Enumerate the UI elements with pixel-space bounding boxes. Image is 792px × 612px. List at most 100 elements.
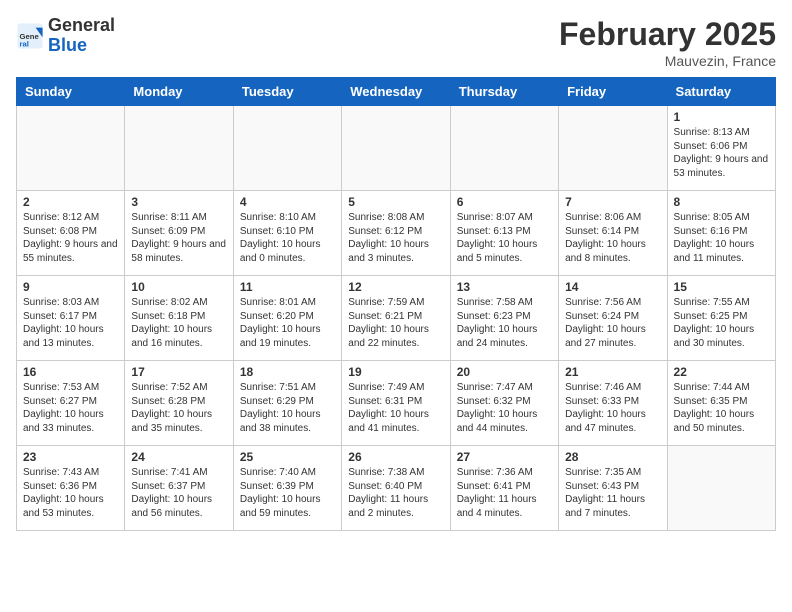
calendar-cell: 7Sunrise: 8:06 AM Sunset: 6:14 PM Daylig… bbox=[559, 191, 667, 276]
calendar-cell: 20 Sunrise: 7:47 AM Sunset: 6:32 PM Dayli… bbox=[450, 361, 558, 446]
calendar-cell: 12 Sunrise: 7:59 AM Sunset: 6:21 PM Dayli… bbox=[342, 276, 450, 361]
day-info: Sunrise: 7:47 AM Sunset: 6:32 PM Dayligh… bbox=[457, 381, 552, 435]
calendar-cell: 6Sunrise: 8:07 AM Sunset: 6:13 PM Daylig… bbox=[450, 191, 558, 276]
week-row: 2 Sunrise: 8:12 AM Sunset: 6:08 PM Daylig… bbox=[17, 191, 776, 276]
calendar-cell: 17 Sunrise: 7:52 AM Sunset: 6:28 PM Dayli… bbox=[125, 361, 233, 446]
day-info: Sunrise: 7:52 AM Sunset: 6:28 PM Dayligh… bbox=[131, 381, 226, 435]
logo: Gene ral General Blue bbox=[16, 16, 115, 56]
day-info: Sunrise: 8:06 AM Sunset: 6:14 PM Dayligh… bbox=[565, 211, 660, 265]
day-number: 23 bbox=[23, 450, 118, 464]
calendar-cell: 2 Sunrise: 8:12 AM Sunset: 6:08 PM Daylig… bbox=[17, 191, 125, 276]
calendar-cell: 4 Sunrise: 8:10 AM Sunset: 6:10 PM Daylig… bbox=[233, 191, 341, 276]
calendar-cell: 21 Sunrise: 7:46 AM Sunset: 6:33 PM Dayli… bbox=[559, 361, 667, 446]
day-info: Sunrise: 8:11 AM Sunset: 6:09 PM Dayligh… bbox=[131, 211, 226, 265]
title-area: February 2025 Mauvezin, France bbox=[559, 16, 776, 69]
day-info: Sunrise: 8:02 AM Sunset: 6:18 PM Dayligh… bbox=[131, 296, 226, 350]
day-info: Sunrise: 8:03 AM Sunset: 6:17 PM Dayligh… bbox=[23, 296, 118, 350]
calendar-header-row: SundayMondayTuesdayWednesdayThursdayFrid… bbox=[17, 78, 776, 106]
calendar-cell: 14 Sunrise: 7:56 AM Sunset: 6:24 PM Dayli… bbox=[559, 276, 667, 361]
logo-icon: Gene ral bbox=[16, 22, 44, 50]
day-info: Sunrise: 7:43 AM Sunset: 6:36 PM Dayligh… bbox=[23, 466, 118, 520]
day-number: 27 bbox=[457, 450, 552, 464]
weekday-header: Sunday bbox=[17, 78, 125, 106]
week-row: 9 Sunrise: 8:03 AM Sunset: 6:17 PM Daylig… bbox=[17, 276, 776, 361]
calendar-cell bbox=[667, 446, 775, 531]
day-info: Sunrise: 7:40 AM Sunset: 6:39 PM Dayligh… bbox=[240, 466, 335, 520]
weekday-header: Wednesday bbox=[342, 78, 450, 106]
calendar-cell: 28Sunrise: 7:35 AM Sunset: 6:43 PM Dayli… bbox=[559, 446, 667, 531]
day-info: Sunrise: 7:56 AM Sunset: 6:24 PM Dayligh… bbox=[565, 296, 660, 350]
day-number: 22 bbox=[674, 365, 769, 379]
logo-text: General Blue bbox=[48, 16, 115, 56]
calendar-cell: 18Sunrise: 7:51 AM Sunset: 6:29 PM Dayli… bbox=[233, 361, 341, 446]
day-number: 4 bbox=[240, 195, 335, 209]
calendar-cell bbox=[125, 106, 233, 191]
calendar-table: SundayMondayTuesdayWednesdayThursdayFrid… bbox=[16, 77, 776, 531]
day-info: Sunrise: 8:08 AM Sunset: 6:12 PM Dayligh… bbox=[348, 211, 443, 265]
weekday-header: Tuesday bbox=[233, 78, 341, 106]
day-number: 25 bbox=[240, 450, 335, 464]
day-number: 20 bbox=[457, 365, 552, 379]
day-number: 13 bbox=[457, 280, 552, 294]
day-info: Sunrise: 8:05 AM Sunset: 6:16 PM Dayligh… bbox=[674, 211, 769, 265]
calendar-cell: 24Sunrise: 7:41 AM Sunset: 6:37 PM Dayli… bbox=[125, 446, 233, 531]
calendar-cell: 10 Sunrise: 8:02 AM Sunset: 6:18 PM Dayli… bbox=[125, 276, 233, 361]
calendar-cell bbox=[559, 106, 667, 191]
day-info: Sunrise: 8:07 AM Sunset: 6:13 PM Dayligh… bbox=[457, 211, 552, 265]
calendar-cell: 5 Sunrise: 8:08 AM Sunset: 6:12 PM Daylig… bbox=[342, 191, 450, 276]
week-row: 1Sunrise: 8:13 AM Sunset: 6:06 PM Daylig… bbox=[17, 106, 776, 191]
calendar-cell: 19 Sunrise: 7:49 AM Sunset: 6:31 PM Dayli… bbox=[342, 361, 450, 446]
calendar-cell: 26 Sunrise: 7:38 AM Sunset: 6:40 PM Dayli… bbox=[342, 446, 450, 531]
weekday-header: Thursday bbox=[450, 78, 558, 106]
day-info: Sunrise: 8:12 AM Sunset: 6:08 PM Dayligh… bbox=[23, 211, 118, 265]
day-number: 10 bbox=[131, 280, 226, 294]
day-number: 11 bbox=[240, 280, 335, 294]
calendar-cell: 15 Sunrise: 7:55 AM Sunset: 6:25 PM Dayli… bbox=[667, 276, 775, 361]
day-number: 5 bbox=[348, 195, 443, 209]
day-info: Sunrise: 8:01 AM Sunset: 6:20 PM Dayligh… bbox=[240, 296, 335, 350]
day-number: 21 bbox=[565, 365, 660, 379]
calendar-cell bbox=[233, 106, 341, 191]
day-number: 26 bbox=[348, 450, 443, 464]
calendar-cell: 27Sunrise: 7:36 AM Sunset: 6:41 PM Dayli… bbox=[450, 446, 558, 531]
day-info: Sunrise: 7:53 AM Sunset: 6:27 PM Dayligh… bbox=[23, 381, 118, 435]
day-info: Sunrise: 7:44 AM Sunset: 6:35 PM Dayligh… bbox=[674, 381, 769, 435]
day-number: 15 bbox=[674, 280, 769, 294]
day-number: 8 bbox=[674, 195, 769, 209]
day-info: Sunrise: 7:49 AM Sunset: 6:31 PM Dayligh… bbox=[348, 381, 443, 435]
calendar-cell: 9 Sunrise: 8:03 AM Sunset: 6:17 PM Daylig… bbox=[17, 276, 125, 361]
day-info: Sunrise: 8:10 AM Sunset: 6:10 PM Dayligh… bbox=[240, 211, 335, 265]
logo-blue: Blue bbox=[48, 35, 87, 55]
calendar-cell: 11 Sunrise: 8:01 AM Sunset: 6:20 PM Dayli… bbox=[233, 276, 341, 361]
calendar-cell: 16 Sunrise: 7:53 AM Sunset: 6:27 PM Dayli… bbox=[17, 361, 125, 446]
calendar-title: February 2025 bbox=[559, 16, 776, 53]
day-info: Sunrise: 7:41 AM Sunset: 6:37 PM Dayligh… bbox=[131, 466, 226, 520]
calendar-cell: 1Sunrise: 8:13 AM Sunset: 6:06 PM Daylig… bbox=[667, 106, 775, 191]
day-number: 3 bbox=[131, 195, 226, 209]
day-info: Sunrise: 8:13 AM Sunset: 6:06 PM Dayligh… bbox=[674, 126, 769, 180]
day-number: 2 bbox=[23, 195, 118, 209]
calendar-cell bbox=[342, 106, 450, 191]
calendar-cell: 25 Sunrise: 7:40 AM Sunset: 6:39 PM Dayli… bbox=[233, 446, 341, 531]
weekday-header: Friday bbox=[559, 78, 667, 106]
day-number: 16 bbox=[23, 365, 118, 379]
week-row: 16 Sunrise: 7:53 AM Sunset: 6:27 PM Dayli… bbox=[17, 361, 776, 446]
logo-general: General bbox=[48, 15, 115, 35]
day-number: 18 bbox=[240, 365, 335, 379]
day-number: 14 bbox=[565, 280, 660, 294]
day-number: 19 bbox=[348, 365, 443, 379]
calendar-cell: 3 Sunrise: 8:11 AM Sunset: 6:09 PM Daylig… bbox=[125, 191, 233, 276]
day-number: 9 bbox=[23, 280, 118, 294]
day-info: Sunrise: 7:46 AM Sunset: 6:33 PM Dayligh… bbox=[565, 381, 660, 435]
calendar-cell: 8 Sunrise: 8:05 AM Sunset: 6:16 PM Daylig… bbox=[667, 191, 775, 276]
day-number: 12 bbox=[348, 280, 443, 294]
day-info: Sunrise: 7:59 AM Sunset: 6:21 PM Dayligh… bbox=[348, 296, 443, 350]
day-info: Sunrise: 7:55 AM Sunset: 6:25 PM Dayligh… bbox=[674, 296, 769, 350]
page-header: Gene ral General Blue February 2025 Mauv… bbox=[16, 16, 776, 69]
day-info: Sunrise: 7:38 AM Sunset: 6:40 PM Dayligh… bbox=[348, 466, 443, 520]
svg-text:ral: ral bbox=[20, 39, 29, 48]
day-info: Sunrise: 7:58 AM Sunset: 6:23 PM Dayligh… bbox=[457, 296, 552, 350]
day-number: 28 bbox=[565, 450, 660, 464]
calendar-subtitle: Mauvezin, France bbox=[559, 53, 776, 69]
day-number: 17 bbox=[131, 365, 226, 379]
